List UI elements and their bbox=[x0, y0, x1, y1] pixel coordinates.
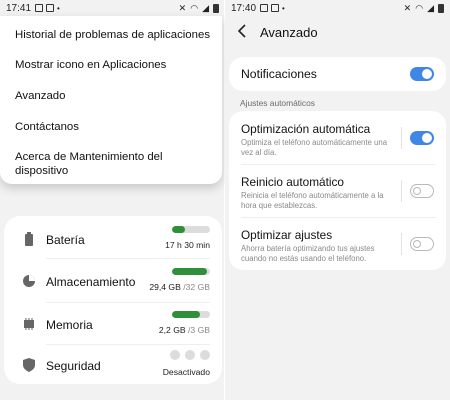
status-notification-icons: • bbox=[260, 4, 285, 13]
back-arrow-icon[interactable] bbox=[237, 24, 253, 42]
stat-bar-fill bbox=[172, 226, 186, 233]
battery-icon bbox=[22, 232, 36, 246]
divider bbox=[401, 233, 402, 255]
divider bbox=[46, 258, 210, 259]
shield-icon bbox=[22, 358, 36, 372]
status-bar: 17:40 • ✕ ◠ ◢ bbox=[225, 0, 450, 16]
stat-value: 2,2 GB /3 GB bbox=[158, 325, 210, 335]
stat-label: Memoria bbox=[46, 318, 93, 332]
option-desc: Ahorra batería optimizando tus ajustes c… bbox=[241, 244, 375, 263]
status-system-icons: ✕ ◠ ◢ bbox=[404, 3, 444, 14]
stat-row-battery[interactable]: Batería 17 h 30 min bbox=[4, 219, 222, 259]
right-screen: 17:40 • ✕ ◠ ◢ Avanzado Notificaciones Aj… bbox=[225, 0, 450, 400]
stat-bar bbox=[172, 311, 210, 318]
stat-value: 29,4 GB /32 GB bbox=[149, 282, 210, 292]
battery-status-icon bbox=[213, 3, 219, 13]
stat-bar-fill bbox=[172, 268, 207, 275]
stat-row-memory[interactable]: Memoria 2,2 GB /3 GB bbox=[4, 304, 222, 344]
option-desc: Reinicia el teléfono automáticamente a l… bbox=[241, 191, 384, 210]
pie-chart-icon bbox=[22, 274, 36, 288]
mute-icon: ✕ bbox=[403, 2, 412, 13]
auto-restart-toggle[interactable] bbox=[410, 184, 434, 198]
stat-value: 17 h 30 min bbox=[165, 240, 210, 250]
memory-chip-icon bbox=[22, 317, 36, 331]
more-dot-icon: • bbox=[57, 3, 60, 13]
status-time: 17:40 bbox=[231, 2, 257, 14]
auto-settings-card: Optimización automática Optimiza el telé… bbox=[229, 111, 446, 270]
security-dots bbox=[170, 350, 210, 360]
status-bar: 17:41 • ✕ ◠ ◢ bbox=[0, 0, 225, 16]
menu-item-mostrar-icono[interactable]: Mostrar icono en Aplicaciones bbox=[15, 58, 212, 72]
stat-row-security[interactable]: Seguridad Desactivado bbox=[4, 347, 222, 387]
image-notification-icon bbox=[260, 4, 269, 12]
status-system-icons: ✕ ◠ ◢ bbox=[179, 3, 219, 14]
option-desc: Optimiza el teléfono automáticamente una… bbox=[241, 138, 388, 157]
status-time: 17:41 bbox=[6, 2, 32, 14]
mute-icon: ✕ bbox=[178, 2, 187, 13]
divider bbox=[46, 302, 210, 303]
stat-bar bbox=[172, 268, 210, 275]
left-screen: 17:41 • ✕ ◠ ◢ Historial de problemas de … bbox=[0, 0, 225, 400]
signal-icon: ◢ bbox=[427, 2, 434, 13]
stat-row-storage[interactable]: Almacenamiento 29,4 GB /32 GB bbox=[4, 261, 222, 301]
stat-bar-fill bbox=[172, 311, 200, 318]
app-header: Avanzado bbox=[225, 16, 450, 50]
stat-bar bbox=[172, 226, 210, 233]
gallery-notification-icon bbox=[46, 4, 55, 12]
stat-label: Seguridad bbox=[46, 359, 101, 373]
menu-item-avanzado[interactable]: Avanzado bbox=[15, 89, 212, 103]
stat-label: Almacenamiento bbox=[46, 275, 136, 289]
section-label: Ajustes automáticos bbox=[240, 98, 315, 108]
notifications-toggle[interactable] bbox=[410, 67, 434, 81]
battery-status-icon bbox=[438, 3, 444, 13]
image-notification-icon bbox=[35, 4, 44, 12]
more-dot-icon: • bbox=[282, 3, 285, 13]
stat-value: Desactivado bbox=[162, 367, 210, 377]
optimize-settings-toggle[interactable] bbox=[410, 237, 434, 251]
divider bbox=[46, 344, 210, 345]
option-name: Optimización automática bbox=[241, 122, 371, 136]
page-title: Avanzado bbox=[260, 25, 318, 40]
notifications-card[interactable]: Notificaciones bbox=[229, 57, 446, 91]
option-optimize-settings[interactable]: Optimizar ajustes Ahorra batería optimiz… bbox=[229, 217, 446, 270]
stat-label: Batería bbox=[46, 233, 85, 247]
menu-item-historial[interactable]: Historial de problemas de aplicaciones bbox=[15, 28, 212, 42]
option-name: Reinicio automático bbox=[241, 175, 344, 189]
menu-item-contactanos[interactable]: Contáctanos bbox=[15, 120, 212, 134]
wifi-icon: ◠ bbox=[415, 2, 424, 13]
divider bbox=[401, 127, 402, 149]
signal-icon: ◢ bbox=[202, 2, 209, 13]
overflow-menu: Historial de problemas de aplicaciones M… bbox=[0, 16, 222, 184]
option-auto-restart[interactable]: Reinicio automático Reinicia el teléfono… bbox=[229, 164, 446, 217]
auto-optimization-toggle[interactable] bbox=[410, 131, 434, 145]
wifi-icon: ◠ bbox=[190, 2, 199, 13]
status-notification-icons: • bbox=[35, 4, 60, 13]
option-name: Optimizar ajustes bbox=[241, 228, 333, 242]
notifications-label: Notificaciones bbox=[241, 67, 317, 81]
device-stats-card: Batería 17 h 30 min Almacenamiento 29,4 … bbox=[4, 216, 222, 384]
divider bbox=[401, 180, 402, 202]
gallery-notification-icon bbox=[271, 4, 280, 12]
option-auto-optimization[interactable]: Optimización automática Optimiza el telé… bbox=[229, 111, 446, 164]
menu-item-acerca-de[interactable]: Acerca de Mantenimiento del dispositivo bbox=[15, 150, 175, 178]
